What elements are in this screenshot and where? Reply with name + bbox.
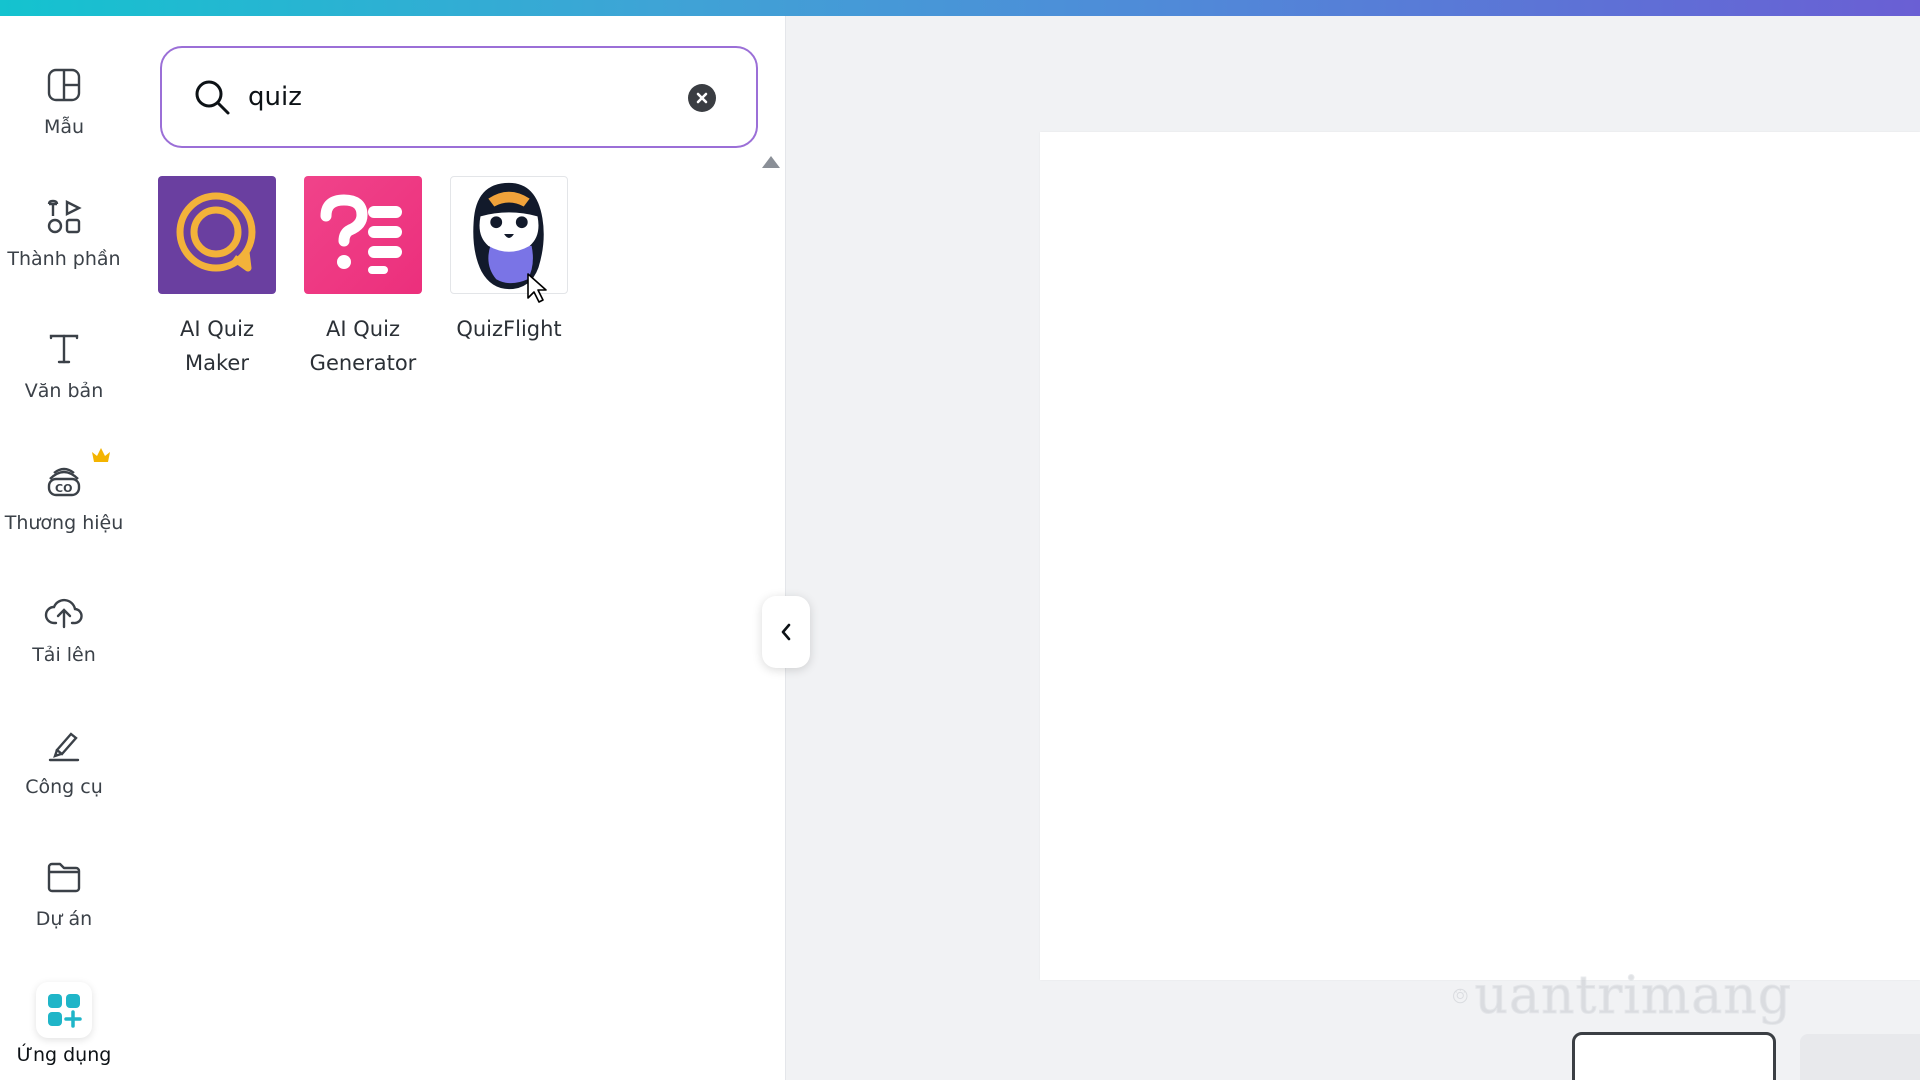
- elements-icon: [43, 196, 85, 238]
- app-ai-quiz-maker[interactable]: AI Quiz Maker: [158, 176, 276, 380]
- clear-search-button[interactable]: [688, 84, 716, 112]
- rail-item-label: Ứng dụng: [16, 1044, 112, 1066]
- page-thumbnail[interactable]: [1572, 1032, 1776, 1080]
- rail-item-label: Dự án: [35, 908, 93, 930]
- svg-text:CO: CO: [55, 482, 72, 495]
- app-name: AI Quiz Maker: [180, 317, 254, 375]
- watermark-text: uantrimang: [1474, 966, 1792, 1027]
- bottom-right-control[interactable]: [1800, 1034, 1920, 1080]
- rail-item-label: Thành phần: [7, 248, 121, 270]
- brand-icon: CO: [43, 460, 85, 502]
- app-name: QuizFlight: [456, 317, 562, 341]
- ai-quiz-maker-logo: [158, 176, 276, 294]
- watermark: uantrimang: [1452, 960, 1792, 1032]
- app-quizflight[interactable]: QuizFlight: [450, 176, 568, 346]
- search-icon: [195, 80, 230, 115]
- mouse-cursor-icon: [527, 273, 547, 303]
- side-rail: Mẫu Thành phần Văn bản CO Thương hiệu Tả…: [0, 16, 128, 1080]
- rail-item-label: Thương hiệu: [4, 512, 124, 534]
- rail-item-label: Văn bản: [24, 380, 104, 402]
- rail-item-text[interactable]: Văn bản: [0, 318, 128, 428]
- ai-quiz-generator-logo: [304, 176, 422, 294]
- rail-item-elements[interactable]: Thành phần: [0, 186, 128, 296]
- rail-item-templates[interactable]: Mẫu: [0, 54, 128, 164]
- template-icon: [43, 64, 85, 106]
- design-canvas-page[interactable]: [1040, 132, 1920, 980]
- rail-item-apps[interactable]: Ứng dụng: [0, 978, 128, 1080]
- search-box[interactable]: [160, 46, 758, 148]
- rail-item-brand[interactable]: CO Thương hiệu: [0, 450, 128, 560]
- lightbulb-icon: [1453, 988, 1468, 1004]
- app-name: AI Quiz Generator: [309, 317, 417, 375]
- search-input[interactable]: [248, 82, 668, 112]
- top-gradient-bar: [0, 0, 1920, 16]
- chevron-left-icon: [781, 623, 791, 641]
- rail-item-label: Mẫu: [43, 116, 85, 138]
- tools-icon: [43, 724, 85, 766]
- rail-item-tools[interactable]: Công cụ: [0, 714, 128, 824]
- rail-item-projects[interactable]: Dự án: [0, 846, 128, 956]
- app-results: AI Quiz Maker AI Quiz Generator QuizFlig…: [158, 176, 718, 396]
- collapse-panel-button[interactable]: [762, 596, 810, 668]
- crown-icon: [92, 448, 110, 462]
- apps-panel: AI QuizMaker AI QuizGenerator: [128, 16, 786, 1080]
- scroll-up-arrow[interactable]: [762, 156, 780, 168]
- folder-icon: [43, 856, 85, 898]
- rail-item-upload[interactable]: Tải lên: [0, 582, 128, 692]
- quizflight-logo: [450, 176, 568, 294]
- rail-item-label: Tải lên: [32, 644, 96, 666]
- upload-icon: [43, 592, 85, 634]
- close-icon: [696, 92, 708, 104]
- apps-icon: [36, 982, 92, 1038]
- text-icon: [43, 328, 85, 370]
- app-ai-quiz-generator[interactable]: AI Quiz Generator: [304, 176, 422, 380]
- rail-item-label: Công cụ: [25, 776, 103, 798]
